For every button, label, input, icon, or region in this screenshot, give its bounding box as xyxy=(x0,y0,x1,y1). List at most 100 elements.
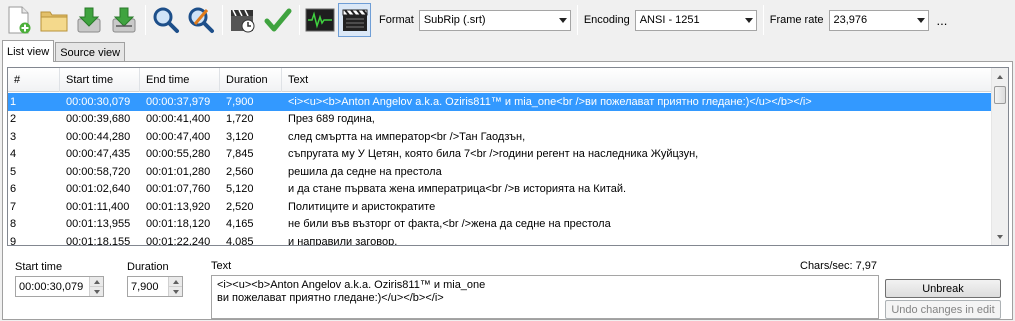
waveform-icon[interactable] xyxy=(303,3,336,37)
scroll-up-button[interactable] xyxy=(992,68,1008,85)
row-duration: 7,845 xyxy=(226,148,254,161)
row-text: решила да седне на престола xyxy=(288,165,442,178)
row-duration: 7,900 xyxy=(226,95,254,108)
visual-sync-icon[interactable] xyxy=(226,3,259,37)
toolbar: Format SubRip (.srt) Encoding ANSI - 125… xyxy=(0,0,1015,40)
duration-value[interactable]: 7,900 xyxy=(128,281,168,293)
table-row[interactable]: 9 00:01:18,155 00:01:22,240 4,085 и напр… xyxy=(8,233,993,246)
subtitle-text-editor[interactable]: <i><u><b>Anton Angelov a.k.a. Oziris811™… xyxy=(211,275,879,319)
replace-icon[interactable] xyxy=(184,3,217,37)
toolbar-separator xyxy=(576,5,578,35)
save-icon[interactable] xyxy=(72,3,105,37)
row-duration: 5,120 xyxy=(226,183,254,196)
row-end-time: 00:01:01,280 xyxy=(146,165,211,178)
text-label: Text xyxy=(211,260,232,272)
chevron-down-icon xyxy=(744,17,753,23)
row-end-time: 00:00:47,400 xyxy=(146,130,211,143)
encoding-value: ANSI - 1251 xyxy=(639,14,700,26)
video-icon[interactable] xyxy=(338,3,371,37)
arrow-down-icon xyxy=(93,289,100,294)
row-text: Политиците и аристократите xyxy=(288,200,436,213)
row-start-time: 00:01:02,640 xyxy=(66,183,131,196)
table-row[interactable]: 4 00:00:47,435 00:00:55,280 7,845 съпруг… xyxy=(8,146,993,164)
row-start-time: 00:00:47,435 xyxy=(66,148,131,161)
spell-check-icon[interactable] xyxy=(261,3,294,37)
column-header-number[interactable]: # xyxy=(8,68,60,92)
start-time-up-button[interactable] xyxy=(90,277,103,286)
open-folder-icon[interactable] xyxy=(37,3,70,37)
text-line-1: <i><u><b>Anton Angelov a.k.a. Oziris811™… xyxy=(217,279,486,291)
row-start-time: 00:00:30,079 xyxy=(66,95,131,108)
start-time-down-button[interactable] xyxy=(90,286,103,296)
row-text: съпругата му У Цетян, която била 7<br />… xyxy=(288,148,699,161)
view-tabs: List view Source view xyxy=(2,40,126,62)
row-start-time: 00:01:18,155 xyxy=(66,235,131,246)
more-button[interactable]: ... xyxy=(937,13,948,28)
duration-up-button[interactable] xyxy=(169,277,182,286)
toolbar-separator xyxy=(762,5,764,35)
chars-per-sec-label: Chars/sec: 7,97 xyxy=(800,260,878,272)
row-duration: 3,120 xyxy=(226,130,254,143)
arrow-up-icon xyxy=(172,279,179,284)
toolbar-separator xyxy=(299,5,300,35)
row-start-time: 00:00:58,720 xyxy=(66,165,131,178)
row-duration: 4,085 xyxy=(226,235,254,246)
chevron-down-icon xyxy=(916,17,925,23)
row-text: не били във възторг от факта,<br />жена … xyxy=(288,218,611,231)
column-header-duration[interactable]: Duration xyxy=(220,68,282,92)
table-row[interactable]: 5 00:00:58,720 00:01:01,280 2,560 решила… xyxy=(8,163,993,181)
row-text: и да стане първата жена императрица<br /… xyxy=(288,183,627,196)
format-select[interactable]: SubRip (.srt) xyxy=(418,9,571,31)
tab-source-view[interactable]: Source view xyxy=(55,42,126,62)
table-row[interactable]: 3 00:00:44,280 00:00:47,400 3,120 след с… xyxy=(8,128,993,146)
scroll-down-button[interactable] xyxy=(992,228,1008,245)
arrow-down-icon xyxy=(172,289,179,294)
arrow-down-icon xyxy=(997,234,1003,239)
row-end-time: 00:00:41,400 xyxy=(146,113,211,126)
table-row[interactable]: 8 00:01:13,955 00:01:18,120 4,165 не бил… xyxy=(8,216,993,234)
table-row[interactable]: 7 00:01:11,400 00:01:13,920 2,520 Полити… xyxy=(8,198,993,216)
new-file-icon[interactable] xyxy=(2,3,35,37)
tab-list-view[interactable]: List view xyxy=(2,40,55,62)
framerate-select[interactable]: 23,976 xyxy=(828,9,929,31)
row-end-time: 00:01:22,240 xyxy=(146,235,211,246)
arrow-up-icon xyxy=(93,279,100,284)
row-start-time: 00:00:39,680 xyxy=(66,113,131,126)
unbreak-button[interactable]: Unbreak xyxy=(885,279,1001,298)
row-number: 1 xyxy=(10,95,17,108)
start-time-value[interactable]: 00:00:30,079 xyxy=(16,281,89,293)
scroll-thumb[interactable] xyxy=(994,86,1006,104)
column-header-start-time[interactable]: Start time xyxy=(60,68,140,92)
row-text: и направили заговор, xyxy=(288,235,398,246)
duration-down-button[interactable] xyxy=(169,286,182,296)
duration-stepper[interactable]: 7,900 xyxy=(127,276,183,297)
find-icon[interactable] xyxy=(149,3,182,37)
row-start-time: 00:00:44,280 xyxy=(66,130,131,143)
start-time-label: Start time xyxy=(15,261,63,273)
column-header-text[interactable]: Text xyxy=(282,68,993,92)
row-end-time: 00:01:07,760 xyxy=(146,183,211,196)
table-row[interactable]: 6 00:01:02,640 00:01:07,760 5,120 и да с… xyxy=(8,181,993,199)
list-body: 1 00:00:30,079 00:00:37,979 7,900 <i><u>… xyxy=(8,93,993,246)
start-time-stepper[interactable]: 00:00:30,079 xyxy=(15,276,104,297)
table-row[interactable]: 1 00:00:30,079 00:00:37,979 7,900 <i><u>… xyxy=(8,93,993,111)
encoding-select[interactable]: ANSI - 1251 xyxy=(634,9,757,31)
undo-changes-button[interactable]: Undo changes in edit xyxy=(885,300,1001,319)
text-line-2: ви пожелават приятно гледане:)</u></b></… xyxy=(217,292,444,304)
table-row[interactable]: 2 00:00:39,680 00:00:41,400 1,720 През 6… xyxy=(8,111,993,129)
list-view-panel: # Start time End time Duration Text 1 00… xyxy=(2,61,1013,320)
vertical-scrollbar[interactable] xyxy=(991,68,1008,245)
save-as-icon[interactable] xyxy=(107,3,140,37)
list-header: # Start time End time Duration Text xyxy=(8,68,993,92)
row-duration: 4,165 xyxy=(226,218,254,231)
row-duration: 1,720 xyxy=(226,113,254,126)
row-number: 2 xyxy=(10,113,17,126)
row-text: след смъртта на император<br />Тан Гаодз… xyxy=(288,130,526,143)
subtitle-list[interactable]: # Start time End time Duration Text 1 00… xyxy=(7,67,1009,246)
chevron-down-icon xyxy=(558,17,567,23)
duration-label: Duration xyxy=(127,261,169,273)
row-duration: 2,520 xyxy=(226,200,254,213)
row-start-time: 00:01:13,955 xyxy=(66,218,131,231)
column-header-end-time[interactable]: End time xyxy=(140,68,220,92)
framerate-value: 23,976 xyxy=(833,14,868,26)
